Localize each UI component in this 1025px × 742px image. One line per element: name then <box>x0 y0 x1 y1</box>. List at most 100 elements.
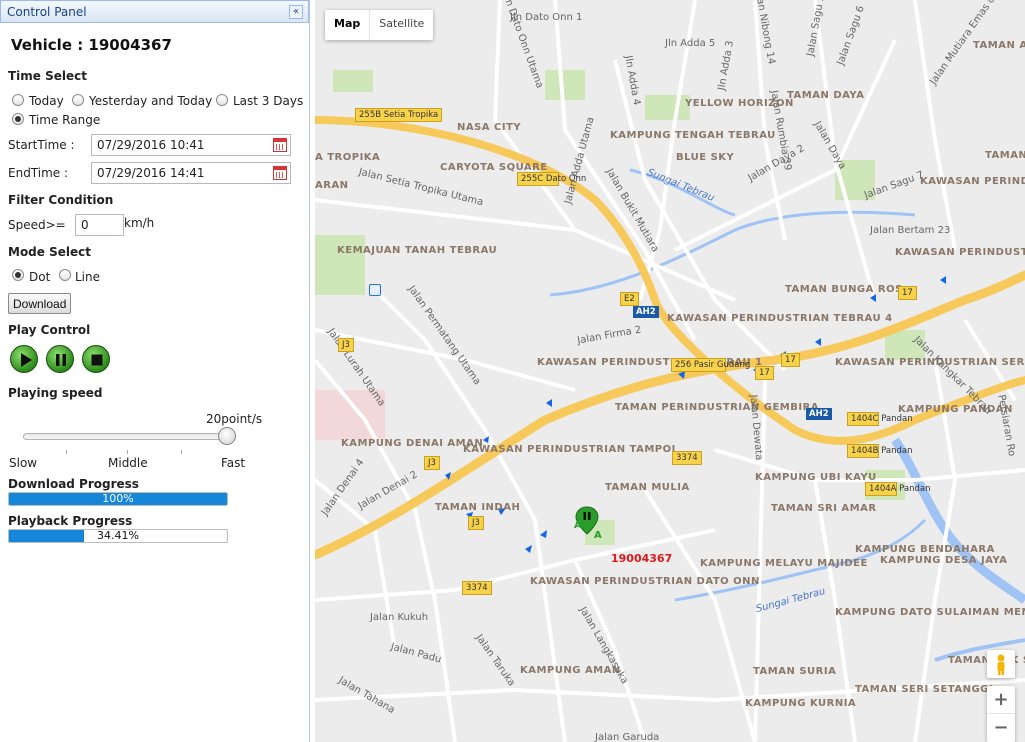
map-route-shield: 17 <box>755 366 774 380</box>
play-icon[interactable] <box>10 345 38 373</box>
map-route-shield: J3 <box>424 456 440 470</box>
map-route-shield: 3374 <box>672 451 702 465</box>
map-route-shield: 3374 <box>462 581 492 595</box>
radio-last-3-days[interactable] <box>216 94 228 106</box>
map-route-shield: J3 <box>468 516 484 530</box>
radio-dot-label: Dot <box>29 270 51 284</box>
speed-slider-track[interactable] <box>23 433 236 440</box>
map-route-shield: E2 <box>620 292 639 306</box>
map-area-label: KAMPUNG DESA JAYA <box>880 555 1008 566</box>
playback-progress-bar: 34.41% <box>8 529 228 543</box>
map-area-label: KAMPUNG DENAI AMAN <box>341 438 484 449</box>
playback-progress-text: 34.41% <box>97 529 139 542</box>
start-time-value: 07/29/2016 10:41 <box>97 138 205 152</box>
radio-dot[interactable] <box>12 269 24 281</box>
radio-yesterday-today[interactable] <box>72 94 84 106</box>
map-area-label: TAMAN SRI AMAR <box>771 503 877 514</box>
map-road-label: Jalan Kukuh <box>370 612 429 623</box>
vehicle-title: Vehicle : 19004367 <box>11 36 172 54</box>
mode-heading: Mode Select <box>8 245 91 259</box>
map-route-shield: 17 <box>781 353 800 367</box>
map-route-shield: J3 <box>338 338 354 352</box>
speed-unit: km/h <box>124 216 155 230</box>
radio-last-3-days-label: Last 3 Days <box>233 94 304 108</box>
map-area-label: TAMAN BUNGA ROS <box>785 284 903 295</box>
map-area-label: TAMAN SERI SETANGGI <box>855 684 994 695</box>
zoom-out-button[interactable]: − <box>987 714 1015 742</box>
filter-heading: Filter Condition <box>8 193 114 207</box>
end-time-label: EndTime : <box>8 166 69 180</box>
map-route-shield: 255B Setia Tropika <box>355 108 443 122</box>
map-route-shield: 1404C Pandan <box>847 412 913 426</box>
zoom-in-button[interactable]: + <box>987 686 1015 714</box>
stop-icon[interactable] <box>82 345 110 373</box>
playing-speed-heading: Playing speed <box>8 386 103 400</box>
speed-middle-label: Middle <box>108 456 148 470</box>
map-area-label: KEMAJUAN TANAH TEBRAU <box>337 245 498 256</box>
download-progress-bar: 100% <box>8 492 228 506</box>
svg-text:A: A <box>594 530 602 541</box>
end-time-value: 07/29/2016 14:41 <box>97 166 205 180</box>
map-area-label: TAMAN INDAH <box>435 502 521 513</box>
playing-speed-value: 20point/s <box>206 412 263 426</box>
map-area-label: TAMAN DAYA <box>787 90 865 101</box>
map-route-shield: AH2 <box>633 306 659 318</box>
radio-time-range[interactable] <box>12 113 24 125</box>
map-road-label: Jalan Garuda <box>595 732 660 742</box>
map-route-shield: 17 <box>898 286 917 300</box>
map-route-shield: AH2 <box>806 408 832 420</box>
map-route-shield: 255C Dato Onn <box>517 172 586 186</box>
radio-line[interactable] <box>59 269 71 281</box>
map-type-map-button[interactable]: Map <box>325 10 371 40</box>
map-area-label: BLUE SKY <box>676 152 735 163</box>
map-area-label: KAMPUNG UBI KAYU <box>755 472 877 483</box>
map-area-label: KAMPUNG BENDAHARA <box>855 544 995 555</box>
collapse-icon[interactable]: « <box>289 5 303 19</box>
download-button[interactable]: Download <box>8 293 72 314</box>
download-progress-heading: Download Progress <box>8 477 139 491</box>
start-time-field[interactable]: 07/29/2016 10:41 <box>91 134 291 156</box>
map-area-label: KAMPUNG TENGAH TEBRAU <box>610 130 776 141</box>
radio-line-label: Line <box>75 270 101 284</box>
control-panel: Control Panel « Vehicle : 19004367 Time … <box>0 0 310 742</box>
map-area-label: KAWASAN PERINDUSTRIAN SERI PURNAMA <box>835 357 1025 368</box>
map-view[interactable]: A A Map Satellite NASA CITY KAMPUNG TENG… <box>315 0 1025 742</box>
panel-title: Control Panel <box>7 5 87 19</box>
download-progress-text: 100% <box>102 492 134 505</box>
speed-slow-label: Slow <box>9 456 38 470</box>
map-area-label: KAWASAN PERINDUSTRIAN TEBRAU 4 <box>667 313 893 324</box>
map-road-label: A TROPIKA <box>315 152 381 163</box>
map-road-label: Jalan Bertam 23 <box>870 225 951 236</box>
radio-time-range-label: Time Range <box>29 113 101 127</box>
map-area-label: KAMPUNG MELAYU MAJIDEE <box>700 558 868 569</box>
speed-label: Speed>= <box>8 218 66 232</box>
radio-yesterday-today-label: Yesterday and Today <box>89 94 213 108</box>
map-area-label: TAMAN PERINDUSTRIAN GEMBIRA <box>615 402 820 413</box>
map-area-label: TAMAN SURIA <box>753 666 837 677</box>
speed-input[interactable]: 0 <box>75 214 124 236</box>
bus-stop-icon <box>369 284 381 296</box>
map-type-satellite-button[interactable]: Satellite <box>370 10 433 40</box>
radio-today[interactable] <box>12 94 24 106</box>
map-route-shield: 1404B Pandan <box>847 444 913 458</box>
slider-tick <box>181 450 182 454</box>
pause-icon[interactable] <box>46 345 74 373</box>
calendar-icon[interactable] <box>273 138 287 152</box>
calendar-icon[interactable] <box>273 166 287 180</box>
end-time-field[interactable]: 07/29/2016 14:41 <box>91 162 291 184</box>
speed-fast-label: Fast <box>221 456 246 470</box>
play-control-heading: Play Control <box>8 323 91 337</box>
time-select-heading: Time Select <box>8 69 88 83</box>
map-area-label: KAMPUNG DATO SULAIMAN MENTERI <box>835 607 1025 618</box>
panel-header: Control Panel « <box>0 0 309 23</box>
street-view-pegman-icon[interactable] <box>987 650 1015 678</box>
map-area-label: KAWASAN PERINDUSTRIAN MOUNT AUSTIN <box>920 176 1025 187</box>
svg-text:A: A <box>574 520 582 531</box>
map-area-label: KAMPUNG AMAN <box>520 665 621 676</box>
speed-slider-handle[interactable] <box>218 427 236 445</box>
app-root: Control Panel « Vehicle : 19004367 Time … <box>0 0 1025 742</box>
map-area-label: KAWASAN PERINDUSTRIAN TEBRAU <box>895 247 1025 258</box>
speed-value: 0 <box>81 218 89 232</box>
map-area-label: NASA CITY <box>457 122 522 133</box>
map-area-label: YELLOW HORIZON <box>685 98 794 109</box>
